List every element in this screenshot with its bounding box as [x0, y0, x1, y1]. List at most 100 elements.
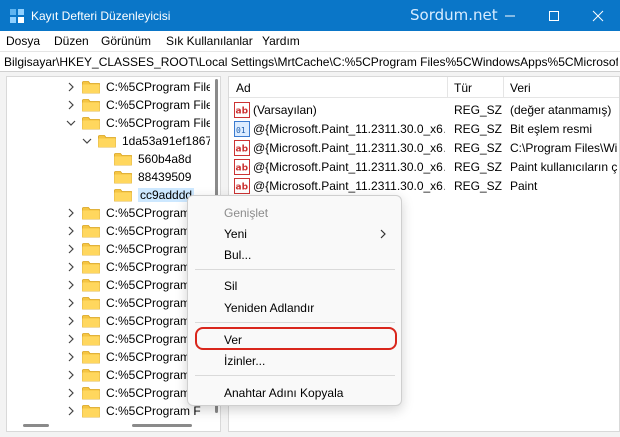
folder-icon: [82, 80, 100, 94]
value-name: @{Microsoft.Paint_11.2311.30.0_x6…: [253, 179, 445, 193]
chevron-right-icon[interactable]: [66, 244, 76, 254]
chevron-right-icon[interactable]: [66, 100, 76, 110]
chevron-right-icon[interactable]: [66, 226, 76, 236]
folder-icon: [82, 386, 100, 400]
column-header-type[interactable]: Tür: [454, 81, 472, 95]
string-value-icon: ab: [234, 140, 250, 156]
tree-item[interactable]: C:%5CProgram Files: [66, 96, 219, 114]
tree-item[interactable]: C:%5CProgram F: [66, 240, 201, 258]
folder-icon: [82, 98, 100, 112]
table-row[interactable]: 01 @{Microsoft.Paint_11.2311.30.0_x6… REG_…: [229, 120, 619, 139]
table-row[interactable]: ab @{Microsoft.Paint_11.2311.30.0_x6… REG_…: [229, 177, 619, 196]
column-header-data[interactable]: Veri: [510, 81, 531, 95]
value-data: Paint: [510, 179, 538, 193]
column-divider[interactable]: [447, 77, 448, 98]
chevron-right-icon: [380, 229, 386, 239]
minimize-button[interactable]: [488, 0, 532, 31]
folder-icon: [82, 314, 100, 328]
chevron-right-icon[interactable]: [66, 208, 76, 218]
menu-bar: Dosya Düzen Görünüm Sık Kullanılanlar Ya…: [0, 31, 620, 51]
tree-item[interactable]: C:%5CProgram F: [66, 222, 201, 240]
tree-item[interactable]: cc9adddd: [98, 186, 195, 204]
menu-item-rename[interactable]: Yeniden Adlandır: [224, 301, 314, 315]
chevron-right-icon[interactable]: [66, 352, 76, 362]
menu-item-copy-key-name[interactable]: Anahtar Adını Kopyala: [224, 386, 343, 400]
chevron-right-icon[interactable]: [66, 262, 76, 272]
tree-item[interactable]: C:%5CProgram F: [66, 402, 201, 420]
value-type: REG_SZ: [454, 160, 502, 174]
svg-text:ab: ab: [236, 107, 249, 117]
value-data: (değer atanmamış): [510, 103, 612, 117]
menu-edit[interactable]: Düzen: [54, 34, 89, 48]
close-button[interactable]: [576, 0, 620, 31]
table-row[interactable]: ab (Varsayılan) REG_SZ (değer atanmamış): [229, 101, 619, 120]
menu-item-expand: Genişlet: [224, 206, 269, 220]
folder-icon: [82, 278, 100, 292]
folder-icon: [82, 242, 100, 256]
table-row[interactable]: ab @{Microsoft.Paint_11.2311.30.0_x6… REG_…: [229, 139, 619, 158]
chevron-right-icon[interactable]: [66, 370, 76, 380]
chevron-down-icon[interactable]: [66, 118, 76, 128]
menu-item-permissions[interactable]: İzinler...: [224, 354, 265, 368]
tree-item-label: C:%5CProgram F: [106, 404, 201, 418]
folder-icon: [98, 134, 116, 148]
tree-item[interactable]: C:%5CProgram Files: [66, 78, 219, 96]
value-name: @{Microsoft.Paint_11.2311.30.0_x6…: [253, 122, 445, 136]
folder-icon: [114, 152, 132, 166]
tree-item[interactable]: C:%5CProgram Files: [66, 114, 219, 132]
menu-help[interactable]: Yardım: [262, 34, 300, 48]
tree-item[interactable]: C:%5CProgram F: [66, 348, 201, 366]
watermark: Sordum.net: [410, 6, 498, 24]
chevron-right-icon[interactable]: [66, 334, 76, 344]
highlight-annotation: [195, 327, 397, 350]
maximize-button[interactable]: [532, 0, 576, 31]
column-divider[interactable]: [503, 77, 504, 98]
chevron-right-icon[interactable]: [66, 280, 76, 290]
tree-item[interactable]: 560b4a8d: [98, 150, 191, 168]
chevron-right-icon[interactable]: [66, 82, 76, 92]
tree-item[interactable]: C:%5CProgram F: [66, 294, 201, 312]
value-type: REG_SZ: [454, 141, 502, 155]
tree-item[interactable]: C:%5CProgram F: [66, 204, 201, 222]
menu-separator: [195, 375, 395, 376]
tree-item[interactable]: 1da53a91ef186760: [82, 132, 220, 150]
tree-item[interactable]: C:%5CProgram F: [66, 330, 201, 348]
menu-file[interactable]: Dosya: [6, 34, 40, 48]
scrollbar-thumb[interactable]: [132, 424, 192, 427]
tree-item[interactable]: C:%5CProgram F: [66, 366, 201, 384]
chevron-down-icon[interactable]: [82, 136, 92, 146]
folder-icon: [82, 224, 100, 238]
menu-favorites[interactable]: Sık Kullanılanlar: [166, 34, 253, 48]
value-data: C:\Program Files\Wi: [510, 141, 618, 155]
tree-item[interactable]: C:%5CProgram F: [66, 258, 201, 276]
menu-item-new[interactable]: Yeni: [224, 227, 247, 241]
column-header-name[interactable]: Ad: [236, 81, 251, 95]
folder-icon: [114, 170, 132, 184]
value-type: REG_SZ: [454, 103, 502, 117]
chevron-right-icon[interactable]: [66, 388, 76, 398]
address-bar[interactable]: Bilgisayar\HKEY_CLASSES_ROOT\Local Setti…: [0, 51, 620, 72]
chevron-right-icon[interactable]: [66, 298, 76, 308]
value-type: REG_SZ: [454, 179, 502, 193]
chevron-right-icon[interactable]: [66, 316, 76, 326]
address-path[interactable]: Bilgisayar\HKEY_CLASSES_ROOT\Local Setti…: [4, 55, 618, 69]
window-title: Kayıt Defteri Düzenleyicisi: [31, 9, 171, 23]
svg-text:ab: ab: [236, 183, 249, 193]
tree-item-label: 88439509: [138, 170, 192, 184]
menu-view[interactable]: Görünüm: [101, 34, 151, 48]
tree-item[interactable]: C:%5CProgram F: [66, 384, 201, 402]
scrollbar-thumb[interactable]: [23, 424, 49, 427]
menu-item-delete[interactable]: Sil: [224, 279, 237, 293]
minimize-icon: [505, 15, 515, 16]
tree-item[interactable]: C:%5CProgram F: [66, 276, 201, 294]
menu-item-find[interactable]: Bul...: [224, 248, 251, 262]
tree-item[interactable]: C:%5CProgram F: [66, 312, 201, 330]
chevron-right-icon[interactable]: [66, 406, 76, 416]
tree-item-label: C:%5CProgram Files: [106, 98, 219, 112]
tree-item[interactable]: 88439509: [98, 168, 191, 186]
value-data: Bit eşlem resmi: [510, 122, 593, 136]
tree-item-label: C:%5CProgram Files: [106, 116, 219, 130]
context-menu: Genişlet Yeni Bul... Sil Yeniden Adlandı…: [187, 195, 402, 406]
table-row[interactable]: ab @{Microsoft.Paint_11.2311.30.0_x6… REG_…: [229, 158, 619, 177]
tree-item-label: C:%5CProgram Files: [106, 80, 219, 94]
